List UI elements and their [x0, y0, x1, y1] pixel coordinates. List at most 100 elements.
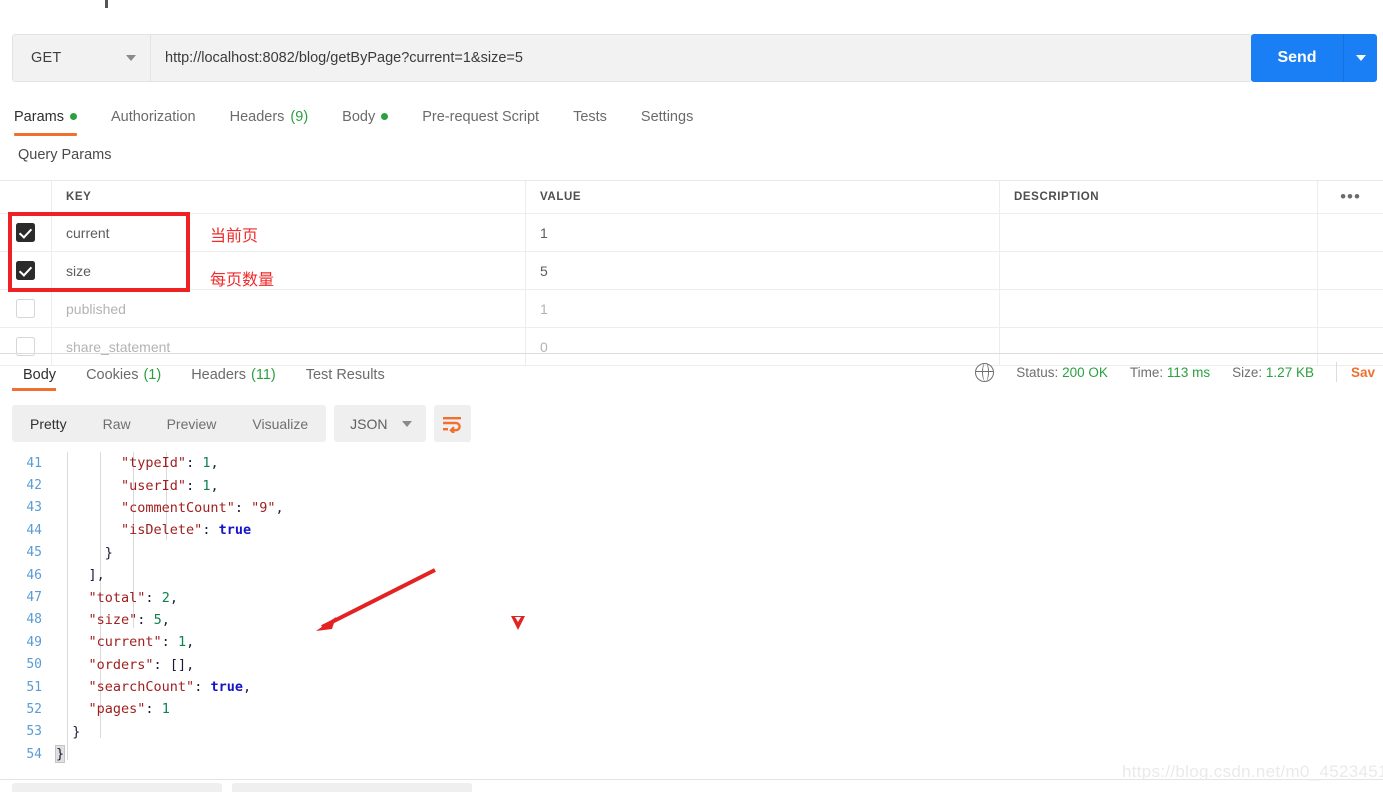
code-token: : [202, 522, 218, 538]
row-value-cell[interactable]: 5 [526, 252, 1000, 289]
response-tab-cookies[interactable]: Cookies (1) [71, 360, 176, 389]
line-number: 42 [0, 478, 56, 493]
bottom-tab-stub-2[interactable] [232, 783, 472, 792]
line-number: 41 [0, 456, 56, 471]
line-number: 52 [0, 702, 56, 717]
response-tab-test-results[interactable]: Test Results [291, 360, 400, 389]
row-value-cell[interactable]: 0 [526, 328, 1000, 365]
line-number: 45 [0, 545, 56, 560]
response-tab-count: (11) [251, 367, 276, 383]
globe-icon[interactable] [975, 363, 994, 382]
request-tab-settings[interactable]: Settings [624, 100, 710, 133]
code-line: 53 } [0, 721, 1383, 743]
header-checkbox-cell [0, 181, 52, 213]
view-mode-raw[interactable]: Raw [85, 405, 149, 442]
row-spacer [1317, 252, 1383, 289]
param-enabled-checkbox[interactable] [16, 261, 35, 280]
send-button-group: Send [1251, 34, 1377, 82]
table-row: current 1 [0, 214, 1383, 252]
time-meta: Time: 113 ms [1130, 365, 1210, 380]
code-token [56, 657, 89, 673]
response-tabs: Body Cookies (1) Headers(11)Test Results [8, 360, 400, 392]
line-number: 48 [0, 612, 56, 627]
line-number: 43 [0, 500, 56, 515]
bottom-tab-stub-1[interactable] [12, 783, 222, 792]
chevron-down-icon [402, 421, 412, 427]
code-token: true [210, 679, 243, 695]
code-text: "current": 1, [56, 634, 194, 650]
code-token [56, 634, 89, 650]
view-mode-pretty[interactable]: Pretty [12, 405, 85, 442]
size-meta: Size: 1.27 KB [1232, 365, 1314, 380]
request-tab-headers[interactable]: Headers(9) [213, 100, 326, 133]
response-body-code[interactable]: 41 "typeId": 1,42 "userId": 1,43 "commen… [0, 452, 1383, 772]
http-method-select[interactable]: GET [13, 35, 151, 81]
code-line: 46 ], [0, 564, 1383, 586]
code-token [56, 590, 89, 606]
request-tab-tests[interactable]: Tests [556, 100, 624, 133]
row-description-cell[interactable] [1000, 252, 1383, 289]
response-divider [0, 353, 1383, 354]
row-description-cell[interactable] [1000, 328, 1383, 365]
code-line: 42 "userId": 1, [0, 474, 1383, 496]
row-key-cell[interactable]: size [52, 252, 526, 289]
row-value-cell[interactable]: 1 [526, 290, 1000, 327]
request-tab-body[interactable]: Body [325, 100, 405, 133]
status-value: 200 OK [1062, 365, 1108, 380]
table-more-options-icon[interactable]: ••• [1317, 181, 1383, 213]
code-text: } [56, 545, 113, 561]
request-tab-pre-request-script[interactable]: Pre-request Script [405, 100, 556, 133]
request-tab-label: Headers [230, 109, 285, 125]
request-tabs: Params Authorization Headers(9)BodyPre-req… [0, 100, 1383, 136]
response-tab-headers[interactable]: Headers(11) [176, 360, 291, 389]
code-token: , [275, 500, 283, 516]
view-mode-visualize[interactable]: Visualize [234, 405, 326, 442]
url-input[interactable]: http://localhost:8082/blog/getByPage?cur… [151, 35, 1251, 81]
code-line: 45 } [0, 542, 1383, 564]
line-number: 53 [0, 724, 56, 739]
code-token: "pages" [89, 701, 146, 717]
code-line: 51 "searchCount": true, [0, 676, 1383, 698]
word-wrap-icon[interactable] [434, 405, 471, 442]
row-key-cell[interactable]: published [52, 290, 526, 327]
line-number: 47 [0, 590, 56, 605]
row-value-cell[interactable]: 1 [526, 214, 1000, 251]
response-tab-body[interactable]: Body [8, 360, 71, 389]
code-token: ], [56, 567, 105, 583]
param-enabled-checkbox[interactable] [16, 223, 35, 242]
request-url-bar: GET http://localhost:8082/blog/getByPage… [12, 34, 1252, 82]
status-meta: Status: 200 OK [1016, 365, 1108, 380]
chevron-down-icon [126, 55, 136, 61]
code-token: "9" [251, 500, 275, 516]
row-key-cell[interactable]: current [52, 214, 526, 251]
row-checkbox-cell[interactable] [0, 290, 52, 327]
response-tab-count: (1) [143, 367, 161, 383]
view-mode-preview[interactable]: Preview [149, 405, 235, 442]
header-key-cell: KEY [52, 181, 526, 213]
param-enabled-checkbox[interactable] [16, 299, 35, 318]
row-description-cell[interactable] [1000, 214, 1383, 251]
annotation-red-caret [509, 614, 527, 632]
line-number: 46 [0, 568, 56, 583]
code-line: 52 "pages": 1 [0, 698, 1383, 720]
request-tab-params[interactable]: Params [14, 100, 94, 133]
format-dropdown[interactable]: JSON [334, 405, 425, 442]
send-button[interactable]: Send [1251, 34, 1343, 82]
watermark: https://blog.csdn.net/m0_45234510 [1122, 762, 1383, 782]
param-value: 5 [540, 263, 548, 279]
line-number: 54 [0, 747, 56, 762]
response-tab-label: Cookies [86, 367, 138, 383]
column-header-key: KEY [66, 191, 91, 203]
send-options-button[interactable] [1343, 34, 1377, 82]
row-checkbox-cell[interactable] [0, 214, 52, 251]
code-text: } [56, 724, 80, 740]
param-value: 1 [540, 301, 548, 317]
param-value: 1 [540, 225, 548, 241]
row-description-cell[interactable] [1000, 290, 1383, 327]
stray-mark [105, 0, 108, 8]
view-mode-segmented: PrettyRawPreviewVisualize [12, 405, 326, 442]
save-response-button[interactable]: Sav [1351, 365, 1375, 380]
request-tab-label: Authorization [111, 109, 196, 125]
row-checkbox-cell[interactable] [0, 252, 52, 289]
request-tab-authorization[interactable]: Authorization [94, 100, 213, 133]
